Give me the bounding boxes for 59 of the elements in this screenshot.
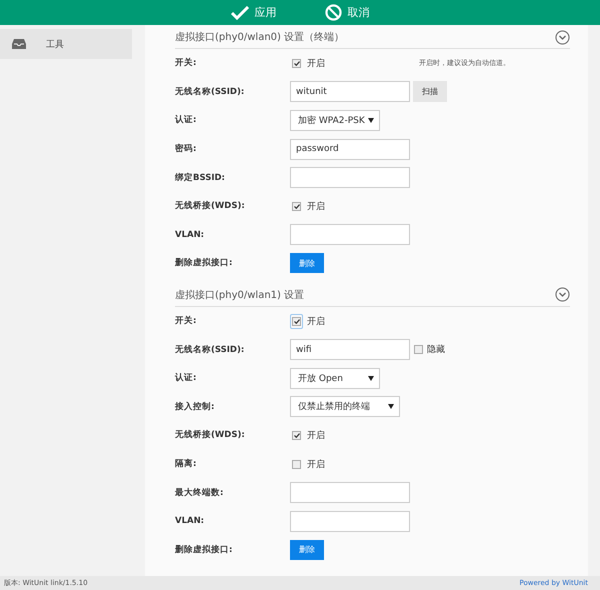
scan-button[interactable]: 扫描: [413, 81, 447, 102]
checkbox[interactable]: [292, 316, 301, 326]
field-label: 删除虚拟接口:: [175, 257, 234, 270]
checkbox[interactable]: [292, 58, 301, 68]
checkbox-label: 开启: [307, 430, 325, 442]
field-label: VLAN:: [175, 516, 206, 526]
field-label: 密码:: [175, 143, 198, 156]
checkbox[interactable]: [414, 345, 423, 354]
section-title: 虚拟接口(phy0/wlan0) 设置（终端）: [175, 30, 344, 44]
checkbox-label: 开启: [307, 316, 325, 328]
checkbox[interactable]: [292, 202, 301, 211]
dropdown[interactable]: 开放 Open: [290, 368, 380, 389]
field-label: 删除虚拟接口:: [175, 544, 234, 556]
dropdown[interactable]: 仅禁止禁用的终端: [290, 396, 400, 418]
field-label: 认证:: [175, 372, 198, 384]
cancel-button[interactable]: 取消: [320, 4, 374, 21]
input-field[interactable]: [290, 167, 410, 188]
delete-button[interactable]: 删除: [290, 253, 324, 274]
apply-button[interactable]: 应用: [226, 5, 280, 20]
field-label: 绑定BSSID:: [175, 172, 226, 184]
tray-icon: [12, 39, 26, 49]
field-label: 无线名称(SSID):: [175, 344, 246, 356]
caret-icon: [368, 118, 374, 123]
checkbox-label: 开启: [307, 58, 325, 70]
checkbox[interactable]: [292, 430, 301, 440]
field-label: 无线桥接(WDS):: [175, 429, 246, 442]
input-field[interactable]: wifi: [290, 339, 410, 360]
caret-icon: [368, 376, 374, 381]
checkbox[interactable]: [292, 460, 301, 469]
field-label: 最大终端数:: [175, 486, 224, 499]
input-field[interactable]: witunit: [290, 81, 410, 102]
input-field[interactable]: [290, 510, 410, 532]
input-field[interactable]: [290, 224, 410, 246]
checkbox-label: 开启: [307, 200, 325, 213]
sidebar-item[interactable]: 工具: [0, 29, 132, 59]
field-label: 隔离:: [175, 458, 198, 470]
check-icon: [294, 432, 300, 438]
field-label: 接入控制:: [175, 400, 216, 413]
section-title: 虚拟接口(phy0/wlan1) 设置: [175, 288, 304, 302]
field-label: 开关:: [175, 315, 198, 328]
checkmark-icon: [230, 6, 248, 20]
chevron-down-icon[interactable]: [555, 287, 570, 302]
caret-icon: [388, 404, 394, 410]
prohibited-icon: [324, 4, 342, 21]
checkbox-label: 开启: [307, 458, 325, 471]
field-label: 开关:: [175, 57, 198, 70]
delete-button[interactable]: 删除: [290, 540, 324, 560]
field-label: VLAN:: [175, 230, 206, 240]
checkbox-label: 隐藏: [427, 344, 445, 356]
check-icon: [294, 204, 300, 209]
input-field[interactable]: [290, 482, 410, 504]
dropdown[interactable]: 加密 WPA2-PSK: [290, 110, 380, 131]
chevron-down-icon[interactable]: [555, 30, 570, 44]
input-field[interactable]: password: [290, 138, 410, 160]
field-label: 认证:: [175, 114, 198, 126]
field-label: 无线名称(SSID):: [175, 86, 246, 98]
field-label: 无线桥接(WDS):: [175, 200, 246, 212]
check-icon: [294, 60, 300, 66]
check-icon: [294, 318, 300, 324]
